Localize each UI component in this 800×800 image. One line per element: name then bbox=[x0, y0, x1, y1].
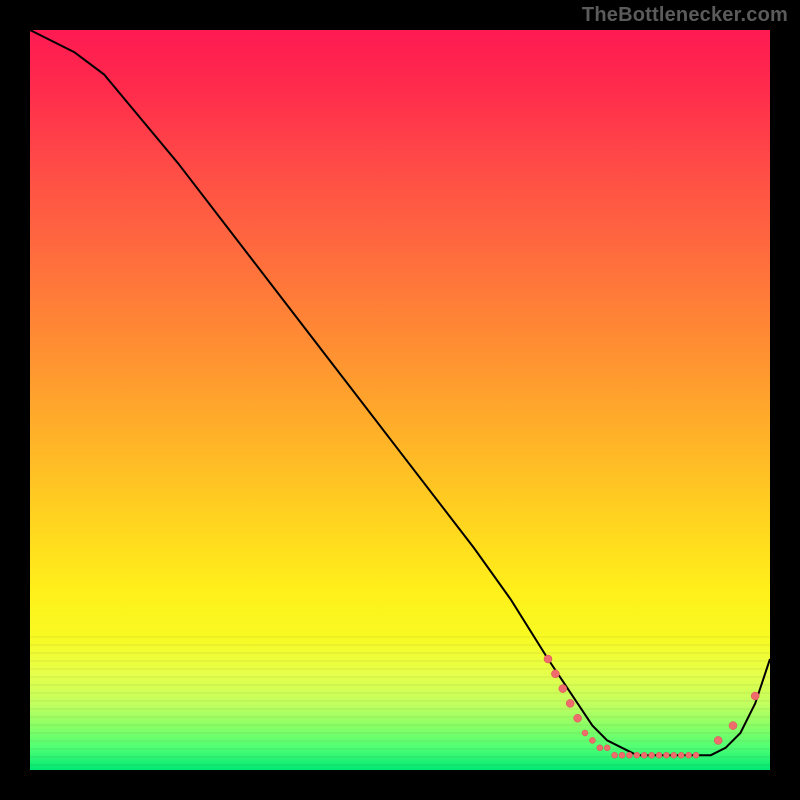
chart-marker bbox=[671, 752, 677, 758]
chart-marker bbox=[663, 752, 669, 758]
chart-marker bbox=[729, 722, 737, 730]
chart-marker bbox=[551, 670, 559, 678]
chart-marker bbox=[574, 714, 582, 722]
chart-plot-area bbox=[30, 30, 770, 770]
chart-frame: TheBottlenecker.com bbox=[0, 0, 800, 800]
chart-marker bbox=[604, 745, 610, 751]
chart-marker bbox=[597, 745, 603, 751]
chart-marker bbox=[714, 736, 722, 744]
chart-marker bbox=[612, 752, 618, 758]
chart-marker bbox=[649, 752, 655, 758]
chart-marker bbox=[626, 752, 632, 758]
chart-marker bbox=[566, 699, 574, 707]
chart-marker bbox=[559, 685, 567, 693]
chart-marker bbox=[656, 752, 662, 758]
chart-marker bbox=[693, 752, 699, 758]
chart-marker bbox=[641, 752, 647, 758]
chart-marker bbox=[686, 752, 692, 758]
chart-svg bbox=[30, 30, 770, 770]
chart-marker bbox=[634, 752, 640, 758]
chart-marker bbox=[678, 752, 684, 758]
chart-marker bbox=[619, 752, 625, 758]
chart-marker bbox=[589, 737, 595, 743]
watermark-label: TheBottlenecker.com bbox=[582, 4, 788, 27]
chart-marker bbox=[582, 730, 588, 736]
chart-marker bbox=[544, 655, 552, 663]
bottleneck-curve bbox=[30, 30, 770, 755]
chart-marker bbox=[751, 692, 759, 700]
chart-markers bbox=[544, 655, 759, 758]
